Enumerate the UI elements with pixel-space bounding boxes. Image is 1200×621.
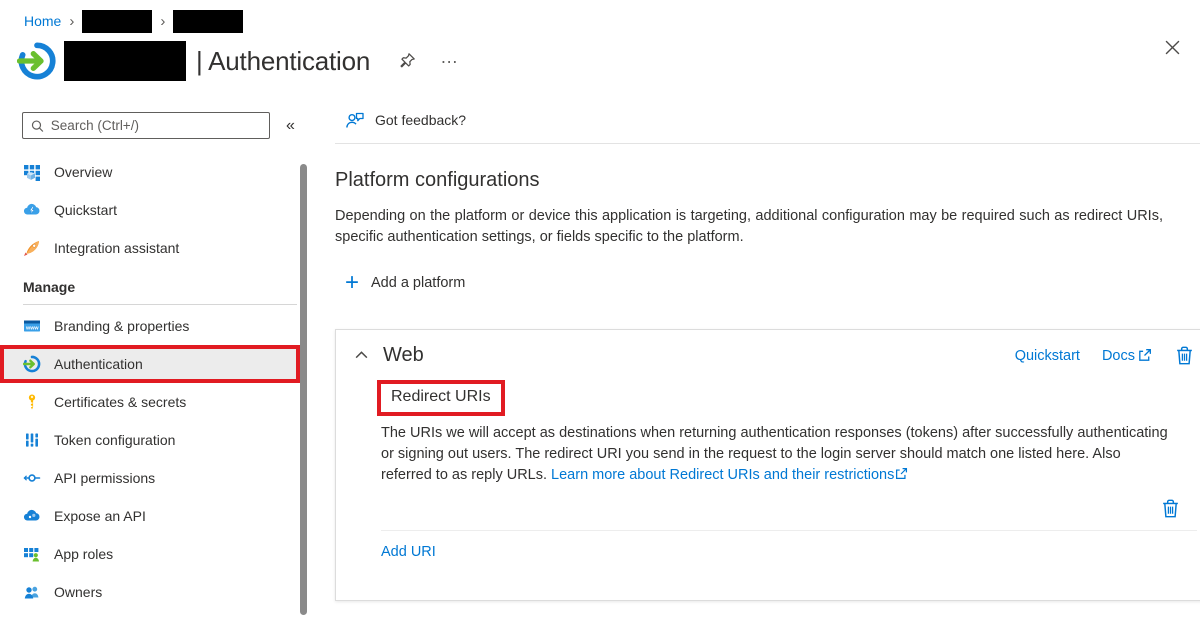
breadcrumb-separator: › [160, 13, 165, 30]
add-platform-button[interactable]: + Add a platform [335, 274, 465, 292]
redacted-breadcrumb-item [82, 10, 152, 33]
search-input[interactable] [51, 118, 261, 133]
sidebar-item-quickstart[interactable]: Quickstart [0, 191, 300, 229]
sidebar-item-certificates-secrets[interactable]: Certificates & secrets [0, 383, 300, 421]
chevron-up-icon[interactable] [354, 348, 369, 363]
sidebar-item-app-roles[interactable]: App roles [0, 535, 300, 573]
quickstart-link[interactable]: Quickstart [1015, 348, 1080, 364]
close-icon[interactable] [1165, 40, 1180, 60]
breadcrumb: Home › › [0, 0, 1200, 33]
sidebar-item-label: Owners [54, 584, 102, 600]
browser-www-icon: www [23, 317, 41, 335]
sidebar-item-label: Overview [54, 164, 112, 180]
sidebar-item-label: Quickstart [54, 202, 117, 218]
sidebar-divider [23, 304, 297, 305]
command-bar: Got feedback? [335, 96, 1200, 144]
sidebar-item-label: Integration assistant [54, 240, 179, 256]
redacted-breadcrumb-item [173, 10, 243, 33]
web-platform-card: Web Quickstart Docs [335, 329, 1200, 601]
feedback-icon [345, 110, 365, 130]
pin-icon[interactable] [398, 52, 416, 70]
page-title: | Authentication [196, 46, 370, 77]
people-icon [23, 583, 41, 601]
sidebar: « Overview [0, 96, 320, 615]
sidebar-item-branding-properties[interactable]: www Branding & properties [0, 307, 300, 345]
app-registration-icon [17, 41, 57, 81]
token-bars-icon [23, 431, 41, 449]
external-link-icon [1137, 348, 1152, 363]
sidebar-manage-header: Manage [0, 274, 320, 299]
sidebar-item-label: App roles [54, 546, 113, 562]
add-uri-link[interactable]: Add URI [381, 544, 436, 560]
main-panel: Got feedback? Platform configurations De… [335, 96, 1200, 615]
redirect-uris-title: Redirect URIs [377, 380, 505, 416]
search-icon [31, 119, 44, 133]
content-layout: « Overview [0, 96, 1200, 615]
docs-link[interactable]: Docs [1102, 348, 1152, 364]
sidebar-item-label: Branding & properties [54, 318, 189, 334]
delete-platform-icon[interactable] [1174, 345, 1195, 366]
annotation-box-authentication [0, 345, 300, 383]
grid-icon [23, 163, 41, 181]
learn-more-link[interactable]: Learn more about Redirect URIs and their… [551, 467, 894, 483]
got-feedback-link[interactable]: Got feedback? [375, 112, 466, 128]
docs-link-label: Docs [1102, 348, 1135, 364]
sidebar-item-api-permissions[interactable]: API permissions [0, 459, 300, 497]
breadcrumb-home-link[interactable]: Home [24, 13, 61, 29]
sidebar-item-label: Expose an API [54, 508, 146, 524]
sidebar-item-token-configuration[interactable]: Token configuration [0, 421, 300, 459]
breadcrumb-separator: › [69, 13, 74, 30]
rocket-icon [23, 239, 41, 257]
external-link-icon [894, 467, 908, 481]
api-permissions-icon [23, 469, 41, 487]
web-card-links: Quickstart Docs [1015, 345, 1195, 366]
sidebar-item-label: Authentication [54, 356, 143, 372]
web-card-header: Web Quickstart Docs [336, 330, 1200, 367]
sidebar-item-label: Token configuration [54, 432, 175, 448]
key-icon [23, 393, 41, 411]
page-header: | Authentication … [0, 38, 1200, 84]
add-platform-label: Add a platform [371, 275, 465, 291]
section-description: Depending on the platform or device this… [335, 206, 1163, 248]
sidebar-scrollbar[interactable] [300, 164, 307, 615]
plus-icon: + [345, 274, 359, 292]
sidebar-item-integration-assistant[interactable]: Integration assistant [0, 229, 300, 267]
card-divider [381, 530, 1197, 531]
redacted-app-name [64, 41, 186, 81]
collapse-sidebar-icon[interactable]: « [286, 117, 295, 135]
sidebar-nav: Overview Quickstart [0, 153, 320, 611]
more-options-icon[interactable]: … [440, 52, 460, 70]
sidebar-item-overview[interactable]: Overview [0, 153, 300, 191]
cloud-bolt-icon [23, 201, 41, 219]
search-box [22, 112, 270, 139]
section-title: Platform configurations [335, 169, 1200, 192]
sidebar-item-expose-api[interactable]: Expose an API [0, 497, 300, 535]
redirect-uris-description: The URIs we will accept as destinations … [381, 423, 1171, 486]
redirect-uri-row [336, 486, 1200, 530]
delete-uri-icon[interactable] [1160, 498, 1181, 519]
cloud-api-icon [23, 507, 41, 525]
sidebar-item-label: API permissions [54, 470, 155, 486]
auth-arrow-icon [23, 355, 41, 373]
sidebar-item-label: Certificates & secrets [54, 394, 186, 410]
web-card-title: Web [383, 344, 424, 367]
sidebar-item-authentication[interactable]: Authentication [0, 345, 300, 383]
app-roles-icon [23, 545, 41, 563]
sidebar-search-row: « [22, 112, 320, 139]
svg-text:www: www [25, 326, 39, 332]
sidebar-item-owners[interactable]: Owners [0, 573, 300, 611]
